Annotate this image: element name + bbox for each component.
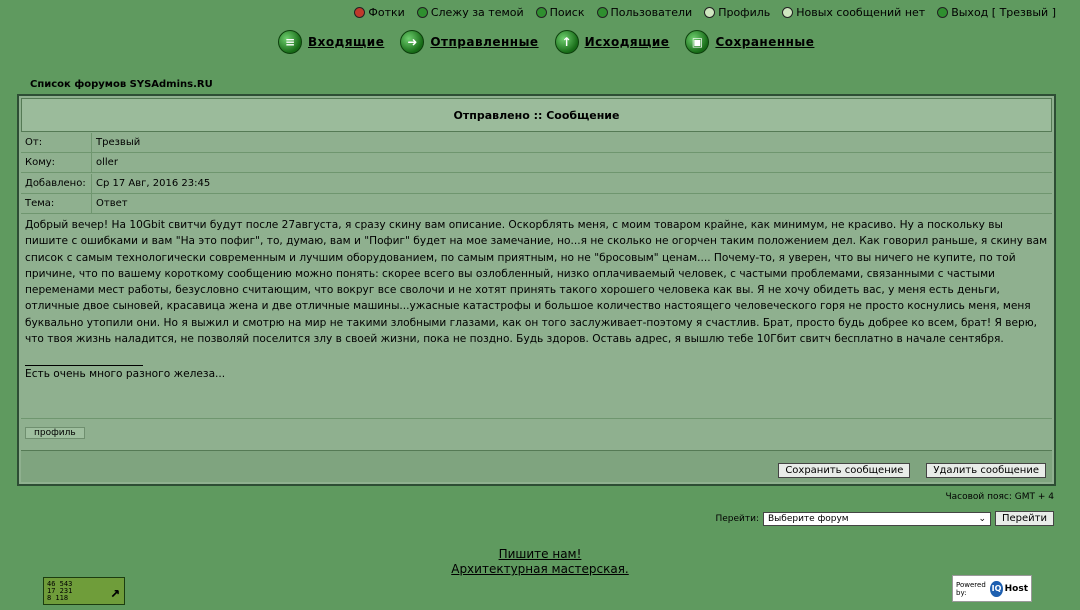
counter-numbers: 46 543 17 231 8 118 <box>44 580 72 602</box>
forum-list-link[interactable]: Список форумов SYSAdmins.RU <box>30 79 213 90</box>
topnav-label: Поиск <box>549 6 585 19</box>
counter-line: 8 118 <box>47 593 69 602</box>
from-value: Трезвый <box>96 137 141 148</box>
folder-sent[interactable]: ➜ Отправленные <box>400 30 538 54</box>
topnav-label: Профиль <box>718 6 771 19</box>
folder-label: Входящие <box>308 35 385 49</box>
folder-navigation: ≡ Входящие ➜ Отправленные ↑ Исходящие ▣ Сохране… <box>278 30 814 54</box>
date-value: Ср 17 Авг, 2016 23:45 <box>96 178 211 189</box>
to-label: Кому: <box>21 153 92 172</box>
panel-title: Отправлено :: Сообщение <box>21 98 1052 132</box>
jump-button[interactable]: Перейти <box>995 511 1054 526</box>
action-bar: Сохранить сообщение Удалить сообщение <box>21 450 1052 482</box>
arrow-icon: ↗ <box>110 581 120 601</box>
to-value: oller <box>96 157 118 168</box>
sent-icon: ➜ <box>400 30 425 54</box>
from-label: От: <box>21 133 92 152</box>
powered-by-text: Powered by: <box>956 580 986 597</box>
saved-icon: ▣ <box>685 30 710 54</box>
users-icon <box>596 7 608 18</box>
logout-icon <box>937 7 949 18</box>
watched-icon <box>416 7 428 18</box>
topnav-logout[interactable]: Выход [ Трезвый ] <box>937 6 1056 19</box>
new-messages-icon <box>782 7 794 18</box>
footer: Пишите нам! Архитектурная мастерская. <box>0 547 1080 577</box>
folder-label: Отправленные <box>430 35 539 49</box>
host-text: Host <box>1004 583 1028 594</box>
topnav-watched[interactable]: Слежу за темой <box>416 6 524 19</box>
topnav-label: Слежу за темой <box>430 6 524 19</box>
contact-link[interactable]: Пишите нам! <box>499 547 582 561</box>
message-panel: Отправлено :: Сообщение От: Трезвый Кому… <box>17 94 1056 486</box>
subject-row: Тема: Ответ <box>21 194 1052 214</box>
outbox-icon: ↑ <box>554 30 579 54</box>
from-row: От: Трезвый <box>21 133 1052 153</box>
topnav-search[interactable]: Поиск <box>535 6 585 19</box>
delete-message-button[interactable]: Удалить сообщение <box>926 463 1046 478</box>
save-message-button[interactable]: Сохранить сообщение <box>778 463 911 478</box>
profile-button[interactable]: профиль <box>25 427 85 439</box>
topnav-label: Новых сообщений нет <box>796 6 926 19</box>
topnav-label: Выход [ Трезвый ] <box>951 6 1056 19</box>
forum-select-value: Выберите форум <box>768 513 849 524</box>
iq-logo-icon: IQ <box>990 580 1003 597</box>
timezone: Часовой пояс: GMT + 4 <box>945 492 1054 502</box>
photos-icon <box>354 7 366 18</box>
inbox-icon: ≡ <box>278 30 302 54</box>
date-row: Добавлено: Ср 17 Авг, 2016 23:45 <box>21 174 1052 194</box>
search-icon <box>535 7 547 18</box>
signature: Есть очень много разного железа... <box>25 368 226 381</box>
forum-select[interactable]: Выберите форум ⌄ <box>763 511 991 526</box>
top-navigation: Фотки Слежу за темой Поиск Пользователи Проф… <box>354 6 1056 19</box>
jump-form: Перейти: Выберите форум ⌄ Перейти <box>715 511 1054 526</box>
folder-saved[interactable]: ▣ Сохраненные <box>685 30 814 54</box>
profile-row: профиль <box>21 418 1052 447</box>
subject-label: Тема: <box>21 194 92 213</box>
subject-value: Ответ <box>96 198 128 209</box>
folder-outbox[interactable]: ↑ Исходящие <box>554 30 670 54</box>
message-body: Добрый вечер! На 10Gbit свитчи будут пос… <box>21 216 1052 416</box>
profile-icon <box>704 7 716 18</box>
folder-label: Исходящие <box>584 35 670 49</box>
jump-label: Перейти: <box>715 513 759 524</box>
date-label: Добавлено: <box>21 174 92 193</box>
architecture-link[interactable]: Архитектурная мастерская. <box>451 562 629 576</box>
message-text: Добрый вечер! На 10Gbit свитчи будут пос… <box>25 219 1048 346</box>
folder-label: Сохраненные <box>715 35 815 49</box>
to-row: Кому: oller <box>21 153 1052 173</box>
counter-badge[interactable]: 46 543 17 231 8 118 ↗ <box>43 577 125 605</box>
topnav-label: Фотки <box>368 6 405 19</box>
topnav-users[interactable]: Пользователи <box>596 6 693 19</box>
topnav-label: Пользователи <box>610 6 693 19</box>
iqhost-banner[interactable]: Powered by: IQ Host <box>952 575 1032 602</box>
topnav-profile[interactable]: Профиль <box>704 6 770 19</box>
chevron-down-icon: ⌄ <box>978 513 986 524</box>
folder-inbox[interactable]: ≡ Входящие <box>278 30 384 54</box>
topnav-new-messages[interactable]: Новых сообщений нет <box>782 6 925 19</box>
topnav-photos[interactable]: Фотки <box>354 6 405 19</box>
